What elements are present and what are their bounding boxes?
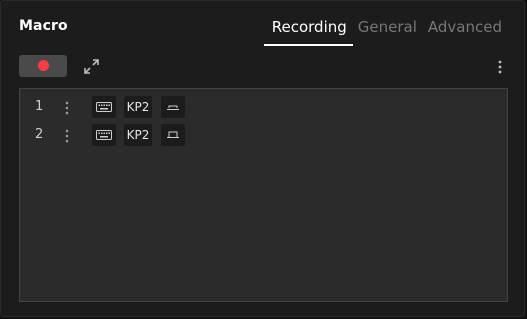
key-chip[interactable]: KP2 [124, 96, 152, 118]
key-press-icon [167, 105, 179, 110]
record-dot-icon [38, 60, 49, 71]
more-options-icon[interactable] [498, 59, 502, 75]
keyboard-icon [96, 102, 112, 112]
macro-panel: Macro Recording General Advanced 1 KP2 2… [0, 0, 525, 317]
key-press-chip[interactable] [161, 96, 185, 118]
panel-title: Macro [19, 18, 68, 34]
key-release-icon [167, 131, 179, 138]
step-index: 1 [35, 99, 44, 114]
key-chip[interactable]: KP2 [124, 124, 152, 146]
tab-recording[interactable]: Recording [263, 18, 353, 46]
macro-step-row[interactable]: 2 KP2 [20, 124, 507, 148]
keyboard-icon [96, 130, 112, 140]
expand-icon[interactable] [84, 59, 99, 74]
tab-bar: Recording General Advanced [263, 18, 502, 46]
keyboard-device-chip[interactable] [92, 124, 116, 146]
step-index: 2 [35, 127, 44, 142]
key-release-chip[interactable] [161, 124, 185, 146]
tab-advanced[interactable]: Advanced [428, 18, 502, 46]
macro-step-row[interactable]: 1 KP2 [20, 96, 507, 120]
macro-step-list[interactable]: 1 KP2 2 KP2 [19, 88, 508, 302]
record-button[interactable] [19, 55, 67, 77]
step-menu-icon[interactable] [65, 100, 69, 116]
tab-general[interactable]: General [358, 18, 417, 46]
step-menu-icon[interactable] [65, 128, 69, 144]
keyboard-device-chip[interactable] [92, 96, 116, 118]
